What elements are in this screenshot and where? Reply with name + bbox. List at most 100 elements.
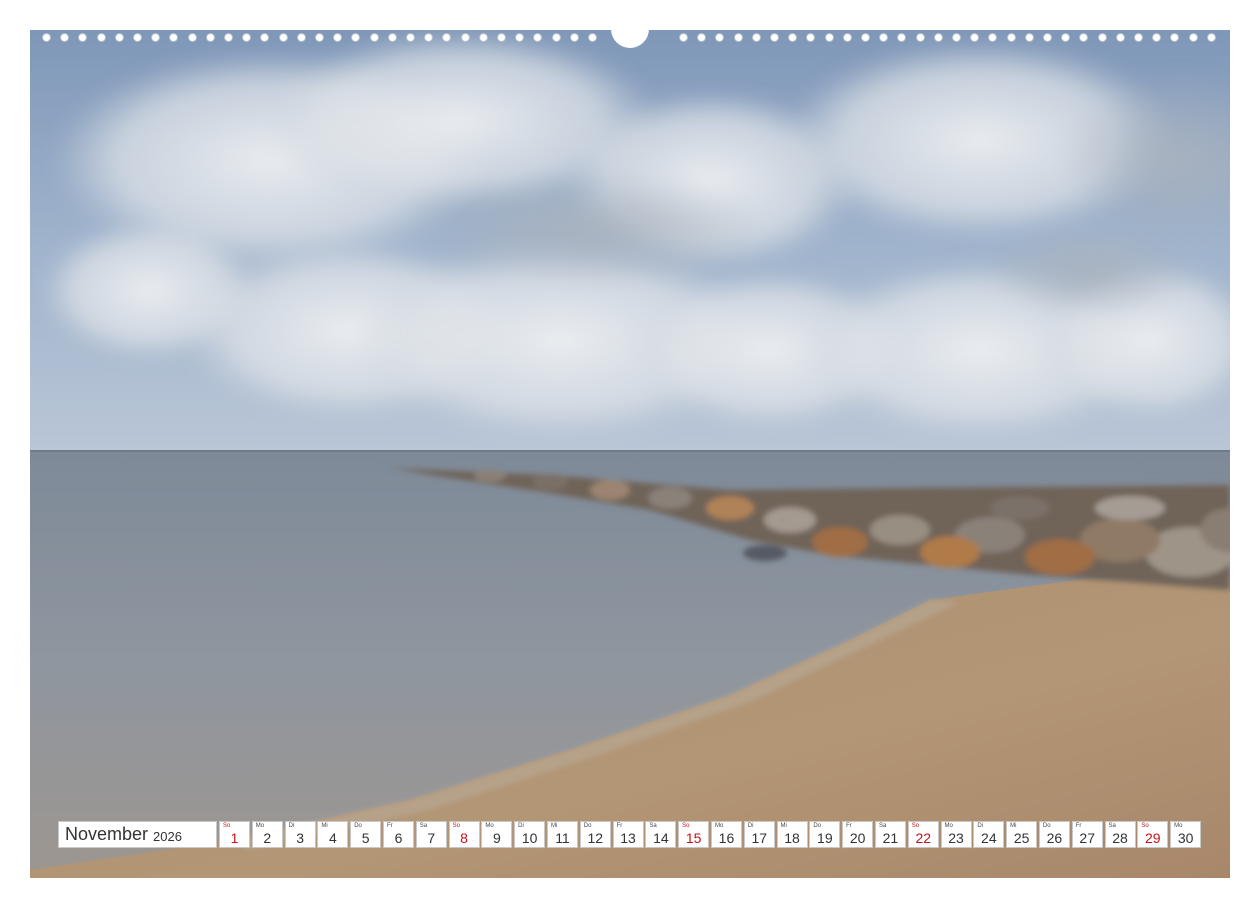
binding-ring [933, 33, 943, 42]
weekday-label: Mo [485, 823, 494, 829]
binding-ring [679, 33, 688, 42]
binding-ring [861, 33, 870, 42]
day-cell: Mi 25 [1006, 821, 1038, 848]
weekday-label: So [911, 823, 920, 829]
weekday-label: Do [1042, 823, 1051, 829]
weekday-label: Mo [944, 823, 953, 829]
binding-ring [406, 33, 415, 42]
binding-ring [78, 33, 88, 42]
day-cell: Mo 16 [710, 821, 742, 848]
day-number: 13 [620, 830, 636, 846]
weekday-label: So [1141, 823, 1149, 829]
binding-ring [333, 33, 343, 42]
weekday-label: Mi [321, 823, 328, 829]
day-number: 25 [1013, 830, 1030, 846]
binding-ring [1079, 33, 1089, 42]
day-number: 5 [361, 830, 370, 846]
weekday-label: So [452, 823, 460, 829]
binding-ring [442, 33, 452, 42]
day-cell: Do 5 [350, 821, 382, 848]
day-number: 2 [263, 830, 272, 846]
binding-ring [915, 33, 925, 42]
binding-ring [224, 33, 233, 42]
day-cell: Fr 6 [382, 821, 414, 848]
binding-ring [897, 33, 907, 42]
month-label-box: November 2026 [58, 821, 217, 848]
day-cell: Mo 23 [940, 821, 972, 848]
day-cell: Mi 18 [776, 821, 808, 848]
binding-ring [751, 33, 761, 42]
day-cell: Mi 4 [317, 821, 349, 848]
binding-ring [788, 33, 798, 42]
day-number: 16 [718, 830, 735, 846]
weekday-label: Mo [1174, 823, 1183, 829]
weekday-label: Do [583, 823, 592, 829]
day-cell: Mo 9 [481, 821, 513, 848]
binding-ring [114, 33, 124, 42]
day-cell: Fr 20 [842, 821, 874, 848]
binding-ring [387, 33, 397, 42]
binding-ring [588, 33, 597, 42]
day-cell: So 1 [219, 821, 250, 848]
binding-ring [460, 33, 470, 42]
day-cell: Mo 30 [1170, 821, 1202, 848]
weekday-label: Di [747, 823, 754, 829]
binding-ring [515, 33, 525, 42]
binding-ring [133, 33, 142, 42]
day-cell: So 15 [678, 821, 710, 848]
day-cell: Mi 11 [546, 821, 578, 848]
binding-ring [1170, 33, 1180, 42]
day-number: 10 [521, 830, 538, 846]
binding-ring [533, 33, 543, 42]
weekday-label: Di [977, 823, 983, 829]
day-cell: Di 17 [743, 821, 775, 848]
binding-ring [1061, 33, 1071, 42]
day-number: 12 [587, 830, 604, 846]
binding-ring [952, 33, 961, 42]
binding-ring [315, 33, 324, 42]
binding-ring [1152, 33, 1162, 42]
day-number: 11 [555, 830, 570, 846]
weekday-label: Do [354, 823, 362, 829]
day-number: 24 [981, 830, 997, 846]
binding-ring [205, 33, 215, 42]
weekday-label: Sa [419, 823, 428, 829]
binding-ring [879, 33, 889, 42]
binding-ring [697, 33, 707, 42]
binding-ring [60, 33, 70, 42]
day-number: 27 [1079, 830, 1095, 846]
binding-ring [970, 33, 980, 42]
binding-ring [296, 33, 306, 42]
binding-ring [1134, 33, 1143, 42]
day-number: 14 [653, 830, 669, 846]
day-number: 17 [751, 830, 768, 846]
weekday-label: Di [288, 823, 295, 829]
binding-ring [770, 33, 779, 42]
day-cell: Sa 28 [1104, 821, 1136, 848]
day-cell: Fr 27 [1071, 821, 1103, 848]
binding-ring [1188, 33, 1198, 42]
weekday-label: Mo [255, 823, 265, 829]
day-number: 30 [1177, 830, 1194, 846]
weekday-label: Mi [550, 823, 558, 829]
binding-ring [824, 33, 834, 42]
day-cell: Mo 2 [251, 821, 283, 848]
binding-ring [988, 33, 998, 42]
day-cell: Do 12 [579, 821, 611, 848]
day-cell: Do 19 [809, 821, 841, 848]
day-number: 8 [460, 830, 468, 846]
binding-ring [424, 33, 434, 42]
day-cell: Di 3 [284, 821, 316, 848]
day-number: 23 [948, 830, 964, 846]
weekday-label: So [682, 823, 690, 829]
binding-ring [1043, 33, 1052, 42]
weekday-label: Fr [386, 823, 393, 829]
weekday-label: So [223, 823, 231, 829]
binding-ring [1097, 33, 1107, 42]
binding-ring [369, 33, 379, 42]
day-cells: So 1 Mo 2 Di 3 Mi 4 Do 5 Fr 6 Sa 7 So 8 Mo 9 Di 10 Mi 11 Do 12 F… [219, 821, 1203, 850]
binding-ring [42, 33, 51, 42]
binding-ring [187, 33, 197, 42]
weekday-label: Sa [649, 823, 657, 829]
day-number: 1 [230, 830, 239, 846]
